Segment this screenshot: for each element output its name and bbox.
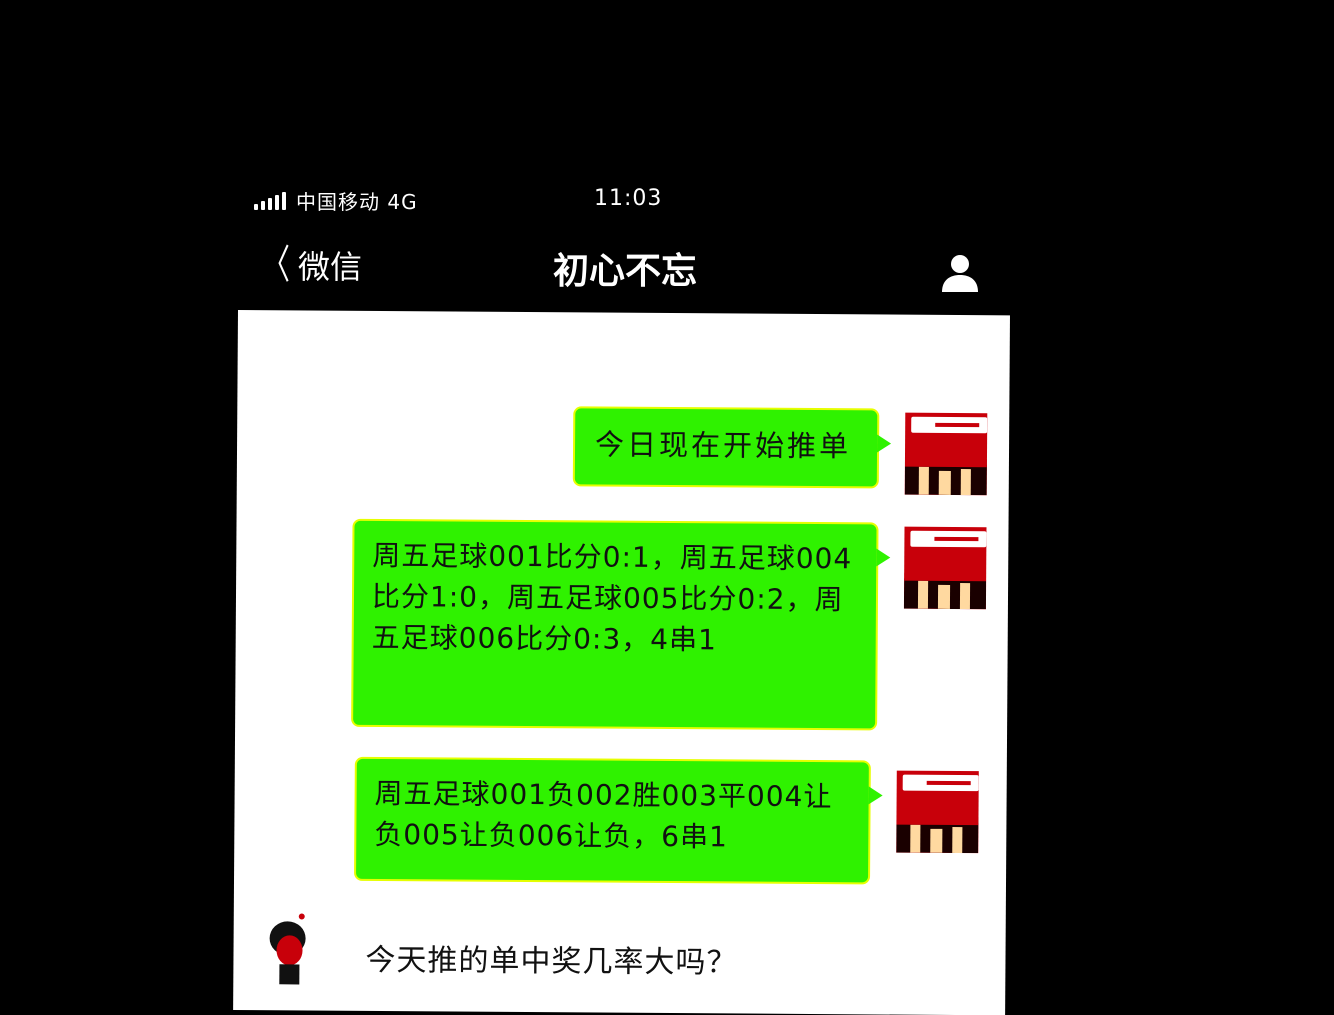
status-time: 11:03: [594, 186, 663, 211]
person-icon: [942, 255, 978, 292]
status-bar: 中国移动 4G 11:03: [250, 184, 1010, 216]
signal-bars-icon: [254, 190, 286, 210]
message-row: 今天推的单中奖几率大吗？: [233, 310, 1010, 1005]
carrier-label: 中国移动 4G: [296, 190, 418, 214]
message-text: 今天推的单中奖几率大吗？: [365, 942, 738, 981]
avatar[interactable]: [253, 910, 324, 991]
chat-area[interactable]: 今日现在开始推单 周五足球001比分0:1，周五足球004比分1:0，周五足球0…: [233, 310, 1010, 1015]
chat-title: 初心不忘: [552, 251, 697, 292]
profile-button[interactable]: [938, 250, 982, 294]
nav-bar: 〈 微信 初心不忘: [240, 236, 1010, 300]
